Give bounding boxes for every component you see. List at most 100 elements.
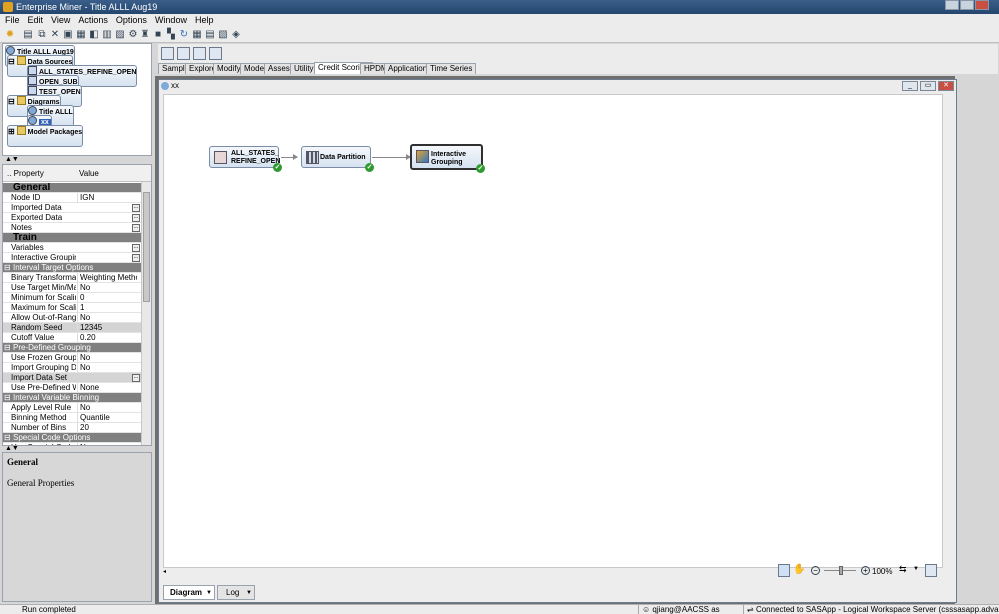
property-row[interactable]: Notes... xyxy=(3,223,141,233)
property-row[interactable]: Number of Bins 20 xyxy=(3,423,141,433)
property-value[interactable]: No xyxy=(77,313,137,322)
property-row[interactable]: Cutoff Value 0.20 xyxy=(3,333,141,343)
collapse-toggle-icon[interactable]: ⊟ xyxy=(4,263,11,272)
menu-edit[interactable]: Edit xyxy=(24,14,48,27)
ellipsis-button[interactable]: ... xyxy=(132,374,140,382)
property-value[interactable]: No xyxy=(77,403,137,412)
property-row[interactable]: Use Pre-Defined WOENone xyxy=(3,383,141,393)
property-value[interactable]: None xyxy=(77,383,137,392)
ellipsis-button[interactable]: ... xyxy=(132,254,140,262)
collapse-toggle-icon[interactable]: ⊟ xyxy=(4,433,11,442)
zoom-out-icon[interactable]: − xyxy=(811,566,820,575)
property-row[interactable]: Binning Method Quantile xyxy=(3,413,141,423)
splitter-arrows[interactable]: ▲▼ xyxy=(2,156,152,163)
node-tool-2-icon[interactable] xyxy=(177,47,190,60)
property-row[interactable]: Import Grouping DataNo xyxy=(3,363,141,373)
explore-icon[interactable]: ◧ xyxy=(88,29,100,41)
tab-time-series[interactable]: Time Series xyxy=(426,63,477,74)
property-row[interactable]: Variables... xyxy=(3,243,141,253)
property-row[interactable]: Binary TransformationWeighting Method xyxy=(3,273,141,283)
view-icon[interactable] xyxy=(925,564,937,577)
menu-options[interactable]: Options xyxy=(112,14,151,27)
property-value[interactable]: Quantile xyxy=(77,413,137,422)
value-column-header[interactable]: Value xyxy=(79,165,99,182)
property-row[interactable]: Use Frozen GroupingsNo xyxy=(3,353,141,363)
scrollbar-thumb[interactable] xyxy=(143,192,150,302)
properties-icon[interactable]: ▣ xyxy=(62,29,74,41)
property-row[interactable]: Random Seed 12345 xyxy=(3,323,141,333)
property-value[interactable]: No xyxy=(77,353,137,362)
node-tool-1-icon[interactable] xyxy=(161,47,174,60)
menu-window[interactable]: Window xyxy=(151,14,191,27)
property-value[interactable]: No xyxy=(77,363,137,372)
property-row[interactable]: Exported Data... xyxy=(3,213,141,223)
property-value[interactable]: 1 xyxy=(77,303,137,312)
property-row[interactable]: Imported Data... xyxy=(3,203,141,213)
library-icon[interactable]: ▨ xyxy=(114,29,126,41)
copy-icon[interactable]: ⧉ xyxy=(36,29,48,41)
grid-icon[interactable]: ▦ xyxy=(191,29,203,41)
property-value[interactable]: 0.20 xyxy=(77,333,137,342)
menu-file[interactable]: File xyxy=(0,14,24,27)
property-column-header[interactable]: .. Property xyxy=(7,165,44,182)
ellipsis-button[interactable]: ... xyxy=(132,204,140,212)
refresh-icon[interactable]: ↻ xyxy=(178,29,190,41)
connection-arrow[interactable] xyxy=(281,154,298,160)
property-value[interactable]: 0 xyxy=(77,293,137,302)
property-row[interactable]: Use Target Min/Max for ScalingNo xyxy=(3,283,141,293)
connection-arrow[interactable] xyxy=(372,154,411,160)
property-value[interactable]: 20 xyxy=(77,423,137,432)
maximize-button[interactable] xyxy=(960,0,974,10)
ellipsis-button[interactable]: ... xyxy=(132,214,140,222)
diagram-minimize-button[interactable]: _ xyxy=(902,81,918,91)
run-icon[interactable]: ♜ xyxy=(139,29,151,41)
help-book-icon[interactable]: ◈ xyxy=(230,29,242,41)
node-tool-3-icon[interactable] xyxy=(193,47,206,60)
zoom-in-icon[interactable]: + xyxy=(861,566,870,575)
ellipsis-button[interactable]: ... xyxy=(132,224,140,232)
stop-icon[interactable]: ■ xyxy=(152,29,164,41)
open-icon[interactable]: ▤ xyxy=(22,29,34,41)
delete-icon[interactable]: ✕ xyxy=(49,29,61,41)
tab-dropdown-icon[interactable]: ▼ xyxy=(206,586,212,600)
node-tool-4-icon[interactable] xyxy=(209,47,222,60)
select-tool-icon[interactable] xyxy=(778,564,790,577)
sql-icon[interactable]: ▦ xyxy=(75,29,87,41)
layout-dropdown-icon[interactable]: ▼ xyxy=(913,566,921,575)
menu-actions[interactable]: Actions xyxy=(74,14,112,27)
collapse-toggle-icon[interactable]: ⊟ xyxy=(4,343,11,352)
zoom-slider-handle[interactable] xyxy=(839,566,843,575)
diagram-close-button[interactable]: ✕ xyxy=(938,81,954,91)
properties-scrollbar[interactable] xyxy=(141,182,151,445)
settings-icon[interactable]: ⚙ xyxy=(127,29,139,41)
property-row[interactable]: Import Data Set... xyxy=(3,373,141,383)
node-data-partition[interactable]: Data Partition ✓ xyxy=(301,146,374,172)
ellipsis-button[interactable]: ... xyxy=(132,244,140,252)
pan-hand-icon[interactable]: ✋ xyxy=(793,564,805,577)
diagram-restore-button[interactable]: ▭ xyxy=(920,81,936,91)
minimize-button[interactable] xyxy=(945,0,959,10)
export-icon[interactable]: ▤ xyxy=(204,29,216,41)
menu-help[interactable]: Help xyxy=(191,14,218,27)
report-icon[interactable]: ▧ xyxy=(217,29,229,41)
property-value[interactable]: No xyxy=(77,283,137,292)
layout-icon[interactable]: ⇆ xyxy=(899,564,911,577)
diagram-canvas[interactable]: ALL_STATES_ REFINE_OPEN ✓ Data Partition… xyxy=(163,94,943,568)
tab-diagram[interactable]: Diagram ▼ xyxy=(163,585,215,600)
close-button[interactable] xyxy=(975,0,989,10)
property-value[interactable]: Weighting Method xyxy=(77,273,137,282)
table-icon[interactable]: ▥ xyxy=(101,29,113,41)
property-value[interactable]: IGN xyxy=(77,193,137,202)
node-interactive-grouping[interactable]: Interactive Grouping ✓ xyxy=(410,144,485,173)
new-icon[interactable]: ✹ xyxy=(4,29,16,41)
property-value[interactable]: 12345 xyxy=(77,323,137,332)
property-row[interactable]: Apply Level Rule No xyxy=(3,403,141,413)
menu-view[interactable]: View xyxy=(47,14,74,27)
diagram-vertical-scrollbar[interactable] xyxy=(943,94,953,568)
property-row[interactable]: Maximum for Scaling1 xyxy=(3,303,141,313)
property-row[interactable]: Node ID IGN xyxy=(3,193,141,203)
results-icon[interactable]: ▚ xyxy=(165,29,177,41)
property-row[interactable]: Interactive Grouping... xyxy=(3,253,141,263)
tree-model-packages-folder[interactable]: ⊞ Model Packages xyxy=(7,125,84,147)
tab-log[interactable]: Log ▼ xyxy=(217,585,255,600)
